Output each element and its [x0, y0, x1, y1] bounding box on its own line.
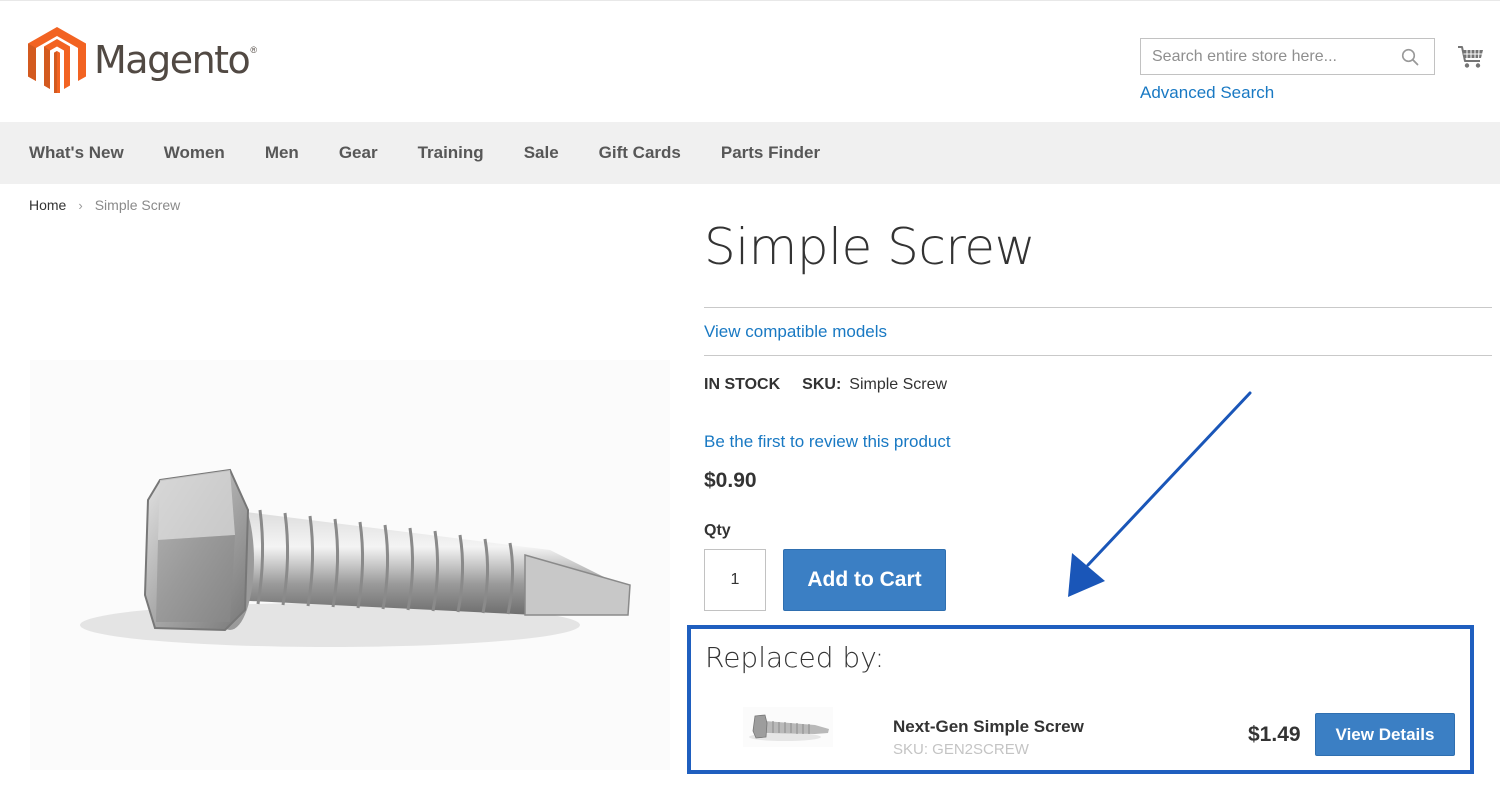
main-navigation: What's New Women Men Gear Training Sale …	[0, 122, 1500, 184]
qty-label: Qty	[704, 522, 731, 539]
nav-item-gift-cards[interactable]: Gift Cards	[599, 143, 681, 163]
nav-item-sale[interactable]: Sale	[524, 143, 559, 163]
add-to-cart-button[interactable]: Add to Cart	[783, 549, 946, 611]
qty-input[interactable]	[704, 549, 766, 611]
nav-item-gear[interactable]: Gear	[339, 143, 378, 163]
product-image[interactable]	[30, 360, 670, 770]
replacement-product-sku: SKU: GEN2SCREW	[893, 741, 1029, 758]
divider	[704, 355, 1492, 356]
nav-item-men[interactable]: Men	[265, 143, 299, 163]
review-link[interactable]: Be the first to review this product	[704, 432, 951, 452]
stock-status: IN STOCK	[704, 376, 781, 393]
view-details-button[interactable]: View Details	[1315, 713, 1455, 756]
view-compatible-models-link[interactable]: View compatible models	[704, 322, 887, 342]
stock-sku-row: IN STOCK SKU: Simple Screw	[704, 376, 947, 394]
replaced-by-title: Replaced by:	[705, 641, 885, 674]
search-input[interactable]	[1141, 39, 1391, 74]
breadcrumb-home[interactable]: Home	[29, 197, 66, 213]
sku-label: SKU:	[802, 376, 842, 393]
logo-registered-mark: ®	[250, 45, 257, 55]
nav-item-training[interactable]: Training	[418, 143, 484, 163]
search-box	[1140, 38, 1435, 75]
divider	[704, 307, 1492, 308]
logo-text: Magento	[94, 38, 251, 82]
annotation-arrow-icon	[1068, 391, 1252, 597]
store-logo[interactable]: Magento ®	[28, 27, 257, 93]
nav-item-whats-new[interactable]: What's New	[29, 143, 124, 163]
advanced-search-link[interactable]: Advanced Search	[1140, 83, 1274, 103]
cart-icon[interactable]	[1457, 43, 1485, 71]
chevron-right-icon: ›	[78, 197, 83, 213]
product-title: Simple Screw	[704, 218, 1035, 276]
magento-logo-icon	[28, 27, 86, 93]
nav-item-parts-finder[interactable]: Parts Finder	[721, 143, 820, 163]
breadcrumb: Home › Simple Screw	[29, 197, 180, 213]
search-icon[interactable]	[1401, 48, 1419, 66]
replacement-product-name[interactable]: Next-Gen Simple Screw	[893, 717, 1084, 737]
replacement-product-thumbnail[interactable]	[743, 707, 833, 747]
replaced-by-panel: Replaced by: Next-Gen Simple Screw SKU: …	[687, 625, 1474, 774]
nav-item-women[interactable]: Women	[164, 143, 225, 163]
replacement-product-price: $1.49	[1248, 723, 1301, 746]
breadcrumb-current: Simple Screw	[94, 197, 181, 213]
product-price: $0.90	[704, 469, 757, 492]
page-header: Magento® Advanced Search	[0, 0, 1500, 122]
sku-value: Simple Screw	[849, 376, 948, 393]
